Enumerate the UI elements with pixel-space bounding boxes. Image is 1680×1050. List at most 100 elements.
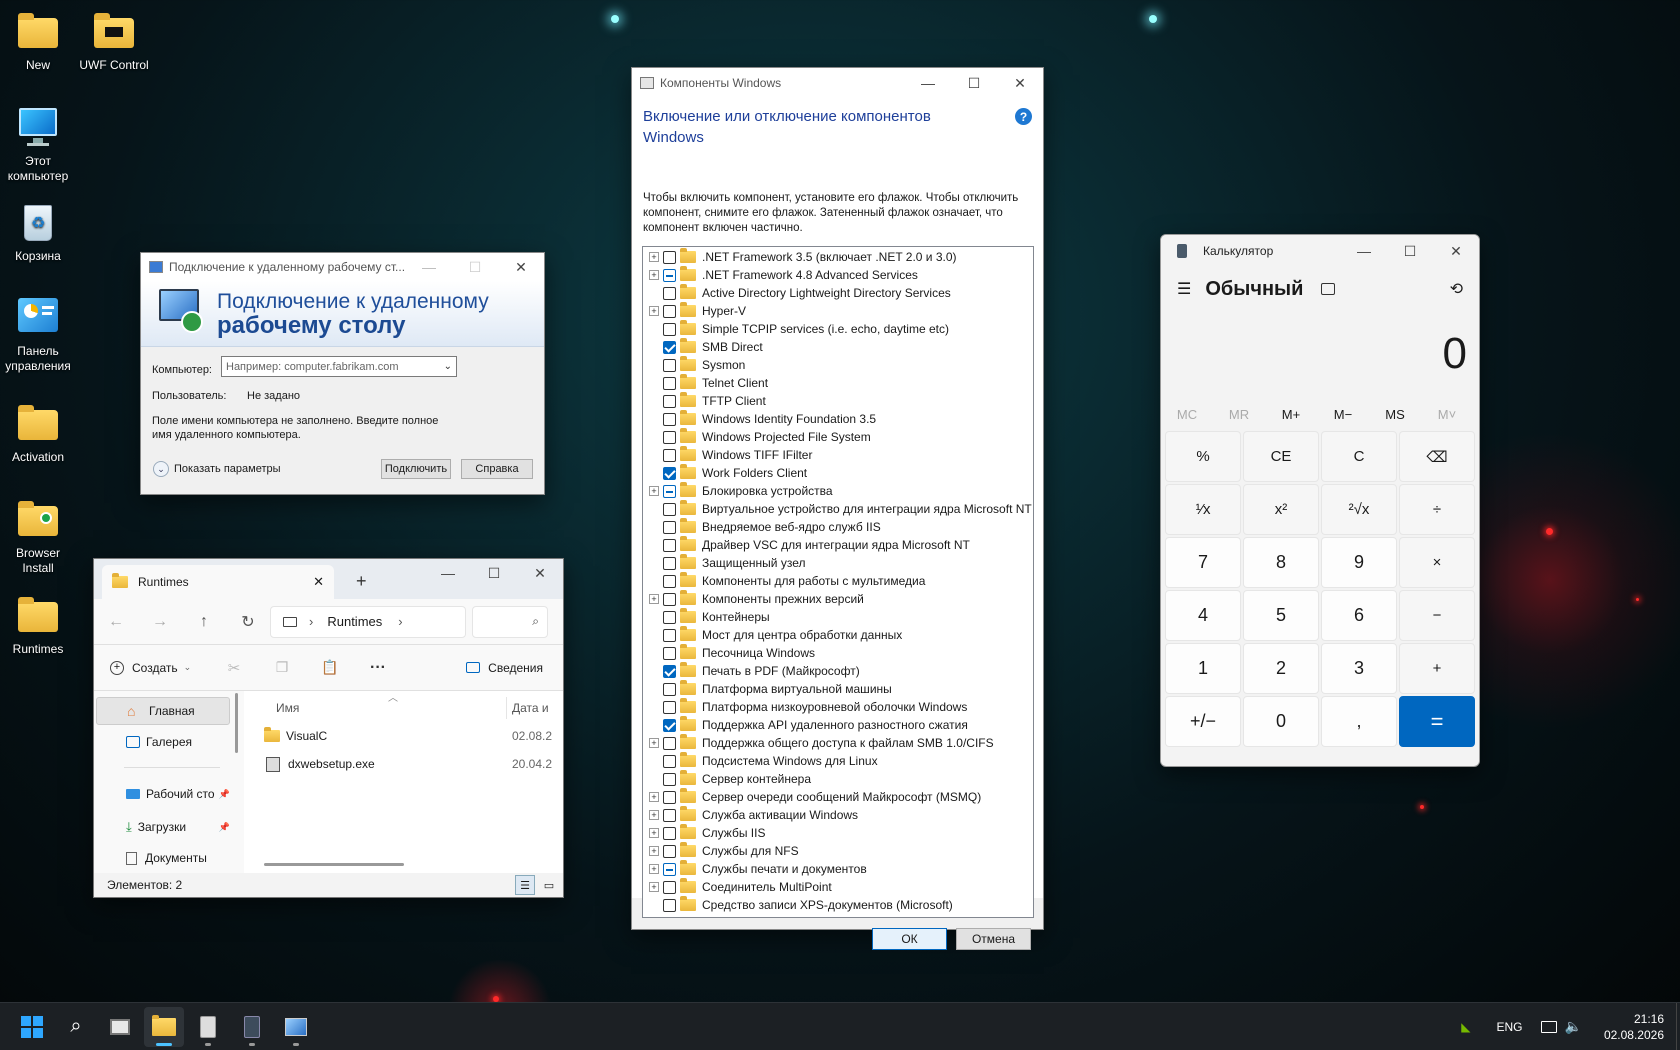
feature-checkbox[interactable] (663, 826, 676, 840)
feature-checkbox[interactable] (663, 754, 676, 768)
show-options-toggle[interactable]: ⌄ Показать параметры (153, 461, 281, 477)
calc-key-decimal[interactable]: , (1321, 696, 1397, 747)
calc-key-minus[interactable]: − (1399, 590, 1475, 641)
up-arrow-icon[interactable]: ↑ (182, 613, 226, 631)
feature-item[interactable]: Печать в PDF (Майкрософт) (643, 662, 1033, 680)
expand-plus-icon[interactable]: + (649, 486, 659, 496)
memory-recall-button[interactable]: MR (1213, 407, 1265, 422)
calc-key-digit-2[interactable]: 2 (1243, 643, 1319, 694)
paste-icon[interactable]: 📋 (306, 659, 354, 676)
close-button[interactable]: ✕ (498, 253, 544, 281)
taskbar-remote-desktop[interactable] (276, 1007, 316, 1047)
feature-checkbox[interactable] (663, 790, 676, 804)
volume-icon[interactable]: 🔈 (1565, 1018, 1582, 1035)
feature-item[interactable]: Контейнеры (643, 608, 1033, 626)
feature-checkbox[interactable] (663, 484, 676, 498)
feature-checkbox[interactable] (663, 610, 676, 624)
help-button[interactable]: Справка (461, 459, 533, 479)
calc-key-digit-4[interactable]: 4 (1165, 590, 1241, 641)
feature-checkbox[interactable] (663, 862, 676, 876)
computer-input[interactable]: Например: computer.fabrikam.com (226, 361, 399, 373)
feature-checkbox[interactable] (663, 448, 676, 462)
calc-key-digit-3[interactable]: 3 (1321, 643, 1397, 694)
calc-key-clear-entry[interactable]: CE (1243, 431, 1319, 482)
language-indicator[interactable]: ENG (1496, 1020, 1522, 1034)
tiles-view-icon[interactable]: ▭ (541, 877, 557, 893)
calc-key-negate[interactable]: +/− (1165, 696, 1241, 747)
feature-item[interactable]: Sysmon (643, 356, 1033, 374)
ok-button[interactable]: ОК (872, 928, 947, 950)
connect-button[interactable]: Подключить (381, 459, 451, 479)
computer-combobox[interactable]: Например: computer.fabrikam.com ⌄ (221, 356, 457, 377)
feature-checkbox[interactable] (663, 844, 676, 858)
copy-icon[interactable]: ❐ (258, 659, 306, 676)
calc-key-digit-5[interactable]: 5 (1243, 590, 1319, 641)
feature-checkbox[interactable] (663, 646, 676, 660)
calc-titlebar[interactable]: Калькулятор — ☐ ✕ (1161, 235, 1479, 267)
feature-item[interactable]: Windows Projected File System (643, 428, 1033, 446)
desktop-icon-recycle-bin[interactable]: ♻ Корзина (0, 203, 76, 264)
nav-item-gallery[interactable]: Галерея (126, 735, 192, 749)
feature-checkbox[interactable] (663, 628, 676, 642)
details-view-icon[interactable]: ☰ (515, 875, 535, 895)
feature-checkbox[interactable] (663, 520, 676, 534)
help-icon[interactable]: ? (1015, 108, 1032, 125)
taskbar-explorer[interactable] (144, 1006, 184, 1047)
horizontal-scrollbar[interactable] (264, 863, 404, 866)
column-header-name[interactable]: Имя (276, 701, 299, 715)
feature-item[interactable]: Внедряемое веб-ядро служб IIS (643, 518, 1033, 536)
nav-scrollbar[interactable] (230, 691, 244, 873)
desktop-icon-uwf-control[interactable]: UWF Control (76, 12, 152, 73)
close-button[interactable]: ✕ (517, 559, 563, 587)
features-titlebar[interactable]: Компоненты Windows — ☐ ✕ (632, 68, 1043, 98)
feature-item[interactable]: SMB Direct (643, 338, 1033, 356)
nav-item-home[interactable]: ⌂ Главная (96, 697, 230, 725)
feature-item[interactable]: Сервер контейнера (643, 770, 1033, 788)
rdp-titlebar[interactable]: Подключение к удаленному рабочему ст... … (141, 253, 544, 281)
feature-item[interactable]: + .NET Framework 3.5 (включает .NET 2.0 и… (643, 248, 1033, 266)
desktop-icon-browser-install[interactable]: Browser Install (0, 500, 76, 576)
feature-checkbox[interactable] (663, 592, 676, 606)
calc-key-digit-8[interactable]: 8 (1243, 537, 1319, 588)
feature-item[interactable]: + Поддержка общего доступа к файлам SMB 1… (643, 734, 1033, 752)
feature-item[interactable]: + Компоненты прежних версий (643, 590, 1033, 608)
feature-item[interactable]: Виртуальное устройство для интеграции яд… (643, 500, 1033, 518)
feature-checkbox[interactable] (663, 304, 676, 318)
feature-checkbox[interactable] (663, 394, 676, 408)
feature-item[interactable]: + Службы для NFS (643, 842, 1033, 860)
feature-checkbox[interactable] (663, 718, 676, 732)
calc-key-backspace[interactable]: ⌫ (1399, 431, 1475, 482)
taskbar-calculator[interactable] (232, 1007, 272, 1047)
file-row[interactable]: VisualC 02.08.2 (264, 725, 563, 747)
feature-item[interactable]: Поддержка API удаленного разностного сжа… (643, 716, 1033, 734)
feature-item[interactable]: + Hyper-V (643, 302, 1033, 320)
calc-key-clear[interactable]: C (1321, 431, 1397, 482)
feature-item[interactable]: Windows TIFF IFilter (643, 446, 1033, 464)
feature-item[interactable]: Подсистема Windows для Linux (643, 752, 1033, 770)
feature-item[interactable]: + Службы IIS (643, 824, 1033, 842)
expand-plus-icon[interactable]: + (649, 882, 659, 892)
more-icon[interactable]: ··· (354, 659, 402, 677)
feature-item[interactable]: TFTP Client (643, 392, 1033, 410)
new-tab-icon[interactable]: + (356, 571, 367, 592)
expand-plus-icon[interactable]: + (649, 252, 659, 262)
back-arrow-icon[interactable]: ← (94, 613, 138, 631)
cancel-button[interactable]: Отмена (956, 928, 1031, 950)
keep-on-top-icon[interactable] (1321, 283, 1336, 295)
feature-checkbox[interactable] (663, 376, 676, 390)
refresh-icon[interactable]: ↻ (226, 612, 270, 632)
feature-checkbox[interactable] (663, 808, 676, 822)
taskbar-app-device[interactable] (188, 1007, 228, 1047)
feature-item[interactable]: Средство записи XPS-документов (Microsof… (643, 896, 1033, 914)
maximize-button[interactable]: ☐ (951, 69, 997, 97)
task-view-button[interactable] (100, 1007, 140, 1047)
feature-checkbox[interactable] (663, 880, 676, 894)
cut-icon[interactable]: ✂ (210, 659, 258, 677)
feature-item[interactable]: + Служба активации Windows (643, 806, 1033, 824)
chevron-down-icon[interactable]: ⌄ (444, 361, 452, 372)
calc-key-digit-1[interactable]: 1 (1165, 643, 1241, 694)
feature-item[interactable]: + Сервер очереди сообщений Майкрософт (MS… (643, 788, 1033, 806)
clock[interactable]: 21:16 02.08.2026 (1604, 1011, 1664, 1043)
desktop-icon-runtimes[interactable]: Runtimes (0, 596, 76, 657)
calc-key-square-root[interactable]: ²√x (1321, 484, 1397, 535)
